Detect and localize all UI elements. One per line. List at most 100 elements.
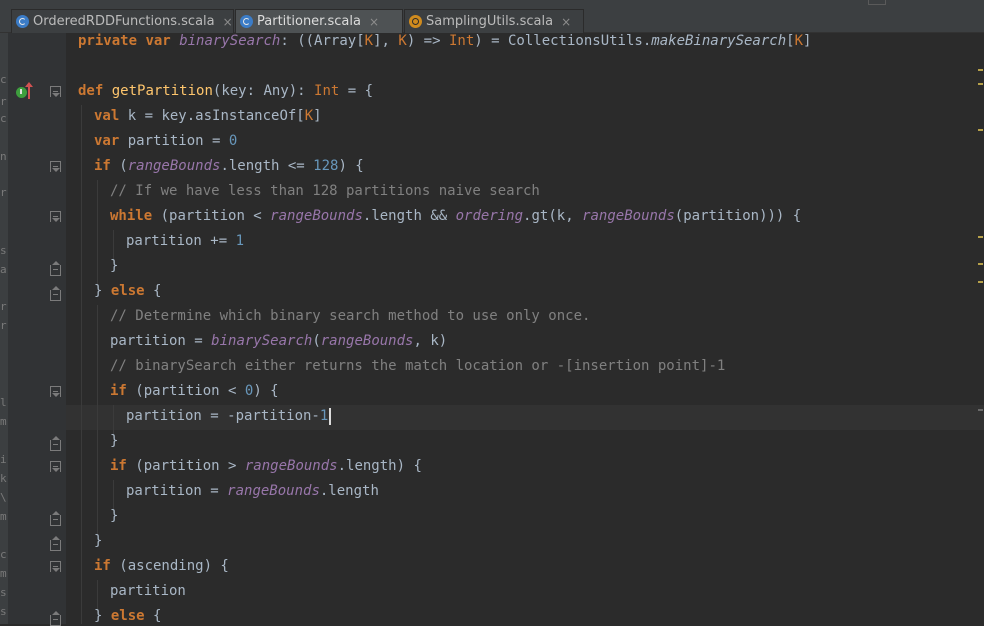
- code-text: partition =: [119, 133, 229, 149]
- keyword: if: [94, 558, 111, 574]
- code-text: {: [144, 283, 162, 299]
- warning-marker[interactable]: [978, 281, 983, 283]
- code-text: : ((Array[: [280, 33, 365, 49]
- tab-ordered-rdd-functions[interactable]: OrderedRDDFunctions.scala ×: [11, 9, 234, 33]
- tab-partitioner[interactable]: Partitioner.scala ×: [235, 9, 403, 33]
- text-caret: [329, 407, 332, 425]
- code-line: }: [110, 429, 118, 454]
- fold-toggle-icon[interactable]: [50, 436, 61, 451]
- type-param: K: [364, 33, 374, 49]
- code-text: k = key.asInstanceOf[: [119, 108, 305, 124]
- close-icon[interactable]: ×: [561, 15, 571, 29]
- code-text: partition = -partition-: [126, 408, 320, 424]
- code-text: (key: Any):: [212, 83, 315, 99]
- panel-char: r: [0, 319, 7, 332]
- fold-toggle-icon[interactable]: [50, 611, 61, 626]
- editor-tab-bar: OrderedRDDFunctions.scala × Partitioner.…: [0, 0, 984, 33]
- fold-toggle-icon[interactable]: [50, 211, 61, 222]
- tab-scroll-button[interactable]: [868, 0, 886, 5]
- fold-toggle-icon[interactable]: [50, 461, 61, 472]
- fold-toggle-icon[interactable]: [50, 561, 61, 572]
- code-text: }: [94, 533, 103, 549]
- function-name: getPartition: [111, 83, 213, 99]
- keyword: def: [78, 83, 104, 99]
- fold-toggle-icon[interactable]: [50, 386, 61, 397]
- fold-toggle-icon[interactable]: [50, 86, 61, 97]
- keyword: private: [78, 33, 138, 49]
- number-literal: 128: [313, 158, 339, 174]
- close-icon[interactable]: ×: [369, 15, 379, 29]
- field-name: rangeBounds: [127, 158, 221, 174]
- code-text: }: [94, 283, 111, 299]
- fold-toggle-icon[interactable]: [50, 536, 61, 551]
- panel-char: i: [0, 453, 7, 466]
- panel-char: s: [0, 605, 7, 618]
- code-line: partition = rangeBounds.length: [126, 479, 379, 504]
- code-text: ]: [313, 108, 322, 124]
- code-text: (: [312, 333, 321, 349]
- code-line: val k = key.asInstanceOf[K]: [94, 104, 322, 129]
- panel-char: m: [0, 415, 7, 428]
- close-icon[interactable]: ×: [223, 15, 233, 29]
- panel-char: l: [0, 396, 7, 409]
- field-name: rangeBounds: [320, 333, 414, 349]
- code-line: if (rangeBounds.length <= 128) {: [94, 154, 364, 179]
- caret-marker[interactable]: [978, 409, 983, 411]
- number-literal: 0: [228, 133, 238, 149]
- code-line: var partition = 0: [94, 129, 237, 154]
- code-text: partition +=: [126, 233, 236, 249]
- type-name: Int: [448, 33, 475, 49]
- keyword: while: [110, 208, 153, 224]
- code-line: def getPartition(key: Any): Int = {: [78, 79, 373, 104]
- code-text: .length &&: [362, 208, 456, 224]
- field-name: ordering: [455, 208, 524, 224]
- indent-guide: [81, 105, 82, 624]
- code-line: private var binarySearch: ((Array[K], K)…: [78, 33, 811, 54]
- code-text: }: [110, 258, 119, 274]
- code-line: // If we have less than 128 partitions n…: [110, 179, 540, 204]
- code-line: if (ascending) {: [94, 554, 229, 579]
- code-line: }: [110, 254, 118, 279]
- code-text: (ascending) {: [110, 558, 229, 574]
- panel-char: c: [0, 548, 7, 561]
- go-to-super-arrow-icon[interactable]: [25, 82, 33, 99]
- panel-char: m: [0, 567, 7, 580]
- code-text: ]: [803, 33, 812, 49]
- tab-label: Partitioner.scala: [257, 14, 361, 29]
- fold-toggle-icon[interactable]: [50, 161, 61, 172]
- comment: // Determine which binary search method …: [110, 308, 591, 324]
- code-text: {: [144, 608, 162, 624]
- scala-class-icon: [240, 15, 253, 28]
- override-method-icon[interactable]: [16, 87, 27, 98]
- type-name: Int: [314, 83, 340, 99]
- tab-sampling-utils[interactable]: SamplingUtils.scala ×: [404, 9, 584, 33]
- keyword: var: [145, 33, 171, 49]
- warning-marker[interactable]: [978, 263, 983, 265]
- code-line: if (partition > rangeBounds.length) {: [110, 454, 422, 479]
- code-text: (partition <: [152, 208, 271, 224]
- keyword: else: [110, 283, 145, 299]
- warning-marker[interactable]: [978, 236, 983, 238]
- fold-toggle-icon[interactable]: [50, 261, 61, 276]
- error-stripe[interactable]: [978, 33, 984, 624]
- warning-marker[interactable]: [978, 129, 983, 131]
- code-text: ) {: [338, 158, 364, 174]
- warning-marker[interactable]: [978, 69, 983, 71]
- code-line: }: [94, 529, 102, 554]
- panel-char: a: [0, 263, 7, 276]
- panel-char: s: [0, 586, 7, 599]
- code-text: partition: [110, 583, 186, 599]
- fold-toggle-icon[interactable]: [50, 511, 61, 526]
- indent-guide: [97, 305, 98, 535]
- code-text: ) =>: [406, 33, 449, 49]
- code-line: while (partition < rangeBounds.length &&…: [110, 204, 801, 229]
- panel-char: s: [0, 244, 7, 257]
- code-editor[interactable]: private var binarySearch: ((Array[K], K)…: [66, 33, 984, 624]
- code-text: }: [94, 608, 111, 624]
- fold-toggle-icon[interactable]: [50, 286, 61, 301]
- code-line-current: partition = -partition-1: [126, 404, 332, 429]
- code-text: partition =: [110, 333, 212, 349]
- field-name: rangeBounds: [244, 458, 338, 474]
- warning-marker[interactable]: [978, 83, 983, 85]
